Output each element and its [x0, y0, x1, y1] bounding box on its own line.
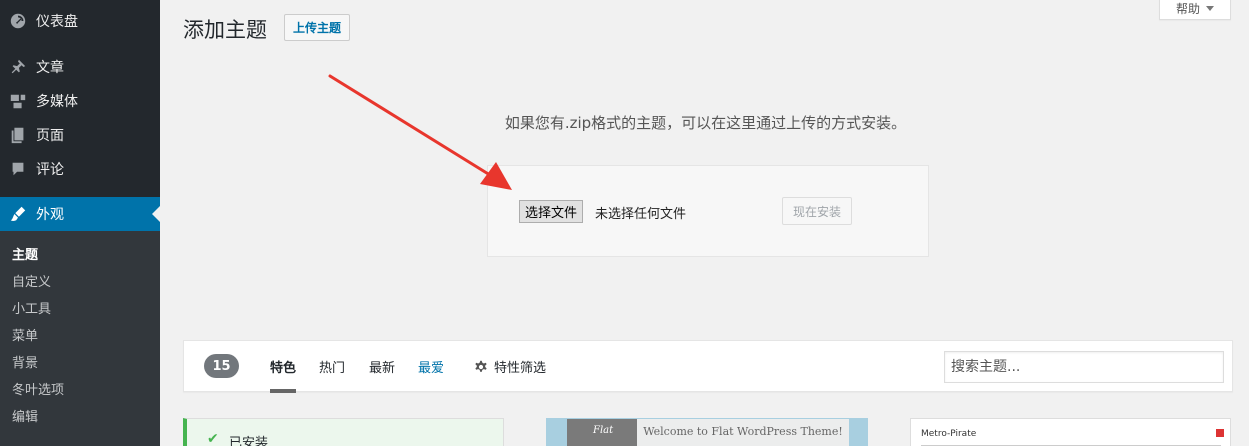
help-label: 帮助: [1175, 2, 1200, 16]
upload-form: 选择文件 未选择任何文件 现在安装: [487, 165, 929, 257]
appearance-submenu: 主题 自定义 小工具 菜单 背景 冬叶选项 编辑: [0, 231, 160, 446]
submenu-item-editor[interactable]: 编辑: [12, 406, 38, 425]
active-tab-indicator: [270, 389, 296, 393]
feature-filter-button[interactable]: 特性筛选: [474, 357, 546, 376]
theme-logo: Metro-Pirate: [921, 429, 977, 439]
red-arrow-annotation: [328, 74, 512, 190]
comment-icon: [0, 160, 36, 178]
tab-featured[interactable]: 特色: [270, 357, 296, 376]
menu-item-comments[interactable]: 评论: [0, 152, 160, 186]
pin-icon: [0, 58, 36, 76]
menu-label: 页面: [36, 128, 64, 144]
install-now-button[interactable]: 现在安装: [782, 197, 853, 225]
admin-sidebar: 仪表盘 文章 多媒体 页面 评论 外观 主题 自定义 小工具 菜单 背景 冬叶选…: [0, 0, 160, 446]
submenu-item-theme-options[interactable]: 冬叶选项: [12, 379, 64, 398]
search-themes-input[interactable]: [944, 351, 1224, 383]
page-title: 添加主题: [183, 18, 267, 42]
menu-item-pages[interactable]: 页面: [0, 118, 160, 152]
submenu-item-themes[interactable]: 主题: [12, 244, 38, 263]
menu-item-media[interactable]: 多媒体: [0, 84, 160, 118]
caret-down-icon: [1206, 6, 1214, 11]
media-icon: [0, 92, 36, 110]
theme-filter-bar: 15 特色 热门 最新 最爱 特性筛选: [183, 340, 1233, 393]
theme-brand: Flat: [593, 425, 614, 436]
installed-label: 已安装: [229, 436, 269, 446]
menu-item-posts[interactable]: 文章: [0, 50, 160, 84]
submenu-item-background[interactable]: 背景: [12, 352, 38, 371]
upload-theme-button[interactable]: 上传主题: [284, 14, 351, 41]
menu-label: 多媒体: [36, 94, 78, 110]
menu-item-dashboard[interactable]: 仪表盘: [0, 4, 160, 38]
gear-icon: [475, 360, 487, 372]
theme-card-metro-pirate[interactable]: Metro-Pirate: [910, 418, 1231, 446]
choose-file-button[interactable]: 选择文件: [519, 200, 584, 223]
tab-favorites[interactable]: 最爱: [418, 357, 444, 376]
brush-icon: [0, 205, 36, 223]
theme-preview-title: Welcome to Flat WordPress Theme!: [643, 425, 843, 438]
page-icon: [0, 126, 36, 144]
theme-count-badge: 15: [204, 354, 239, 378]
theme-card-flat[interactable]: Flat Welcome to Flat WordPress Theme!: [546, 418, 868, 446]
checkmark-icon: ✔: [207, 431, 219, 446]
dashboard-icon: [0, 12, 36, 30]
tab-popular[interactable]: 热门: [319, 357, 345, 376]
menu-label: 评论: [36, 162, 64, 178]
tab-latest[interactable]: 最新: [369, 357, 395, 376]
file-status-text: 未选择任何文件: [595, 207, 687, 222]
theme-preview-accent: [1216, 429, 1224, 437]
menu-label: 仪表盘: [36, 14, 78, 30]
submenu-item-menus[interactable]: 菜单: [12, 325, 38, 344]
menu-item-appearance[interactable]: 外观: [0, 197, 160, 231]
feature-filter-label: 特性筛选: [494, 361, 547, 376]
theme-card-installed[interactable]: ✔ 已安装: [183, 418, 504, 446]
submenu-item-customize[interactable]: 自定义: [12, 271, 51, 290]
submenu-item-widgets[interactable]: 小工具: [12, 298, 51, 317]
menu-label: 外观: [36, 207, 64, 223]
help-tab[interactable]: 帮助: [1159, 0, 1231, 20]
menu-label: 文章: [36, 60, 64, 76]
